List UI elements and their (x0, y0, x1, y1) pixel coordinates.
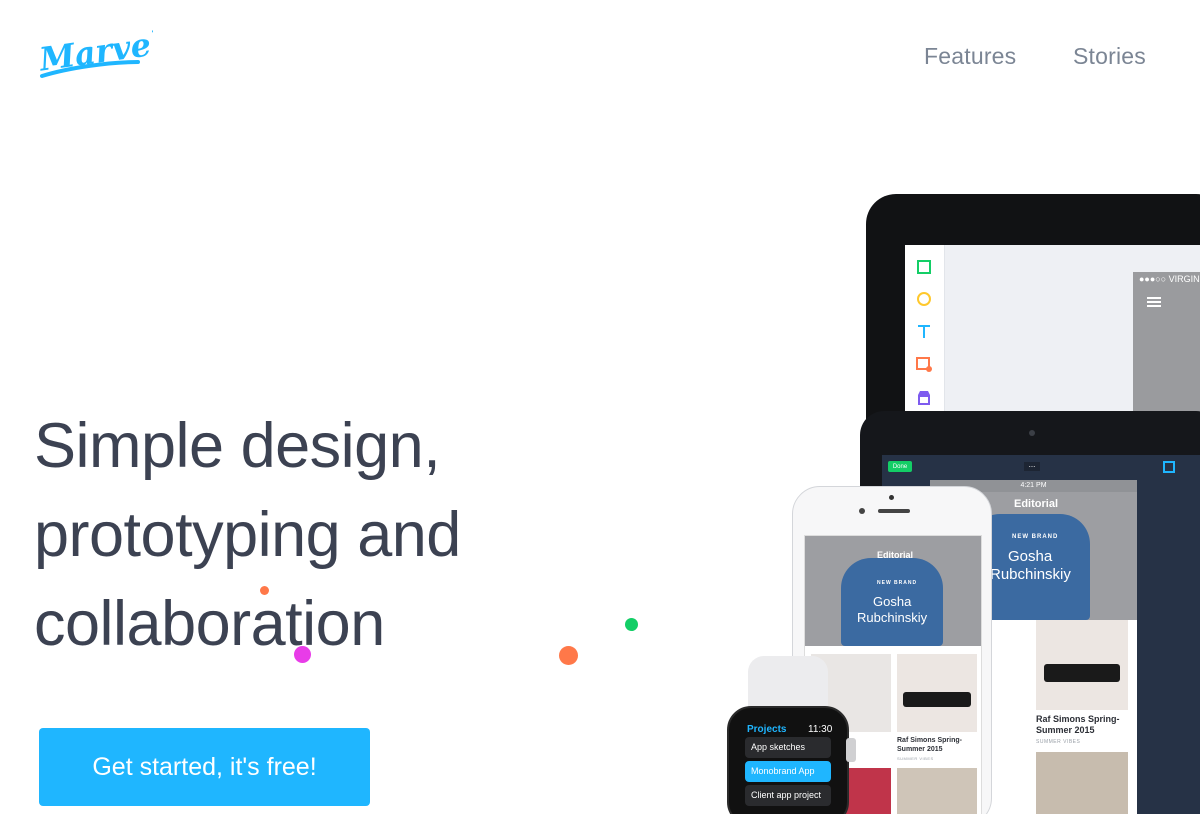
hero-headline: Simple design, prototyping and collabora… (34, 402, 594, 669)
watch-title: Projects (747, 724, 787, 735)
phone-tile-4 (897, 768, 977, 814)
more-icon[interactable]: ... (1024, 461, 1040, 471)
speaker (878, 509, 910, 513)
phone-product-subtitle: SUMMER VIBES (897, 756, 934, 761)
nav-features[interactable]: Features (924, 43, 1016, 70)
editor-phone-preview: ●●●○○ VIRGIN (1133, 272, 1200, 415)
phone-editorial-title: Editorial (877, 550, 914, 560)
decorative-dot-pink (294, 646, 311, 663)
watch-item-app-sketches[interactable]: App sketches (745, 737, 831, 758)
decorative-dot-green (625, 618, 638, 631)
headline-line-2: prototyping and (34, 500, 461, 570)
top-camera (889, 495, 894, 500)
frame-select-icon[interactable] (1163, 461, 1175, 473)
decorative-dot-orange-small (260, 586, 269, 595)
designer-name-line2: Rubchinskiy (990, 566, 1071, 583)
marvel-logo[interactable]: Marvel (38, 28, 153, 84)
get-started-button[interactable]: Get started, it's free! (39, 728, 370, 806)
done-button[interactable]: Done (888, 461, 912, 472)
carrier-text: ●●●○○ VIRGIN (1139, 274, 1200, 284)
phone-sunglasses-image (903, 692, 971, 707)
front-camera (859, 508, 865, 514)
watch-item-client-app-project[interactable]: Client app project (745, 785, 831, 806)
status-time: 4:21 PM (1020, 482, 1047, 489)
product-tile-2 (1036, 752, 1128, 814)
decorative-dot-orange (559, 646, 578, 665)
brand-label: NEW BRAND (1012, 534, 1059, 540)
sunglasses-image (1044, 664, 1120, 682)
product-caption-line1: Raf Simons Spring- (1036, 714, 1120, 724)
circle-tool-icon[interactable] (915, 290, 933, 308)
watch-crown[interactable] (846, 738, 856, 762)
phone-product-tile (897, 654, 977, 732)
phone-hero: Editorial NEW BRAND Gosha Rubchinskiy (805, 536, 981, 646)
watch-time: 11:30 (808, 724, 833, 735)
product-tile (1036, 620, 1128, 710)
phone-product-caption-line1: Raf Simons Spring- (897, 737, 962, 744)
designer-name-line1: Gosha (1008, 548, 1053, 565)
headline-line-1: Simple design, (34, 411, 441, 481)
camera-dot (1029, 430, 1035, 436)
editorial-title: Editorial (1014, 498, 1059, 510)
image-tool-icon[interactable] (915, 355, 933, 373)
product-subtitle: SUMMER VIBES (1036, 739, 1081, 745)
text-tool-icon[interactable] (915, 322, 933, 340)
phone-name-line2: Rubchinskiy (857, 610, 928, 625)
store-tool-icon[interactable] (915, 388, 933, 406)
watch-item-monobrand-app[interactable]: Monobrand App (745, 761, 831, 782)
nav-stories[interactable]: Stories (1073, 43, 1146, 70)
menu-icon (1147, 297, 1161, 307)
rectangle-tool-icon[interactable] (915, 258, 933, 276)
product-caption-line2: Summer 2015 (1036, 725, 1095, 735)
headline-line-3: collaboration (34, 589, 385, 659)
phone-product-caption-line2: Summer 2015 (897, 746, 943, 753)
phone-brand-label: NEW BRAND (877, 580, 918, 586)
